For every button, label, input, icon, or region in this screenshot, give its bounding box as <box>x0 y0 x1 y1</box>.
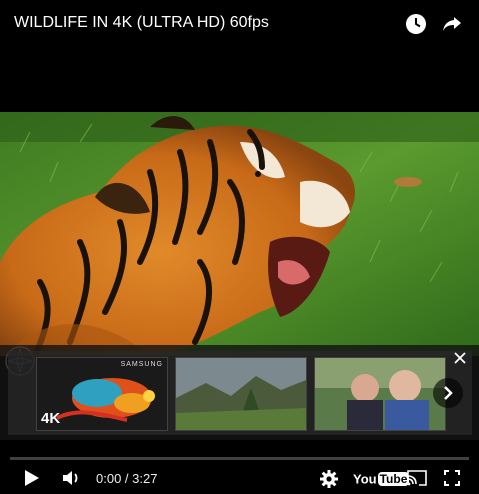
player-controls: 0:00 / 3:27 You Tube <box>0 460 479 494</box>
brand-label: SAMSUNG <box>120 361 163 368</box>
youtube-logo-tube: Tube <box>377 471 410 486</box>
mountain-thumbnail <box>176 358 306 430</box>
suggested-video-mountain[interactable] <box>175 357 307 431</box>
people-thumbnail <box>315 358 445 430</box>
cast-icon[interactable] <box>407 470 427 486</box>
title-bar: WILDLIFE IN 4K (ULTRA HD) 60fps <box>0 0 479 112</box>
volume-icon[interactable] <box>62 469 82 487</box>
video-frame[interactable] <box>0 112 479 356</box>
time-display: 0:00 / 3:27 <box>96 471 158 486</box>
tiger-video-image <box>0 112 479 356</box>
video-title[interactable]: WILDLIFE IN 4K (ULTRA HD) 60fps <box>14 14 269 32</box>
youtube-logo-you: You <box>353 471 377 487</box>
chevron-right-icon[interactable] <box>433 378 463 408</box>
4k-badge: 4K <box>41 410 61 427</box>
gear-icon[interactable] <box>320 470 338 488</box>
close-icon[interactable] <box>453 351 467 365</box>
suggested-video-chameleon[interactable]: SAMSUNG 4K <box>36 357 168 431</box>
share-arrow-icon[interactable] <box>440 12 464 36</box>
endscreen-suggestions: SAMSUNG 4K <box>0 345 479 440</box>
youtube-logo[interactable]: You Tube <box>353 470 410 488</box>
play-icon[interactable] <box>22 469 40 487</box>
fullscreen-icon[interactable] <box>444 470 460 486</box>
clock-icon[interactable] <box>404 12 428 36</box>
suggested-video-people[interactable] <box>314 357 446 431</box>
